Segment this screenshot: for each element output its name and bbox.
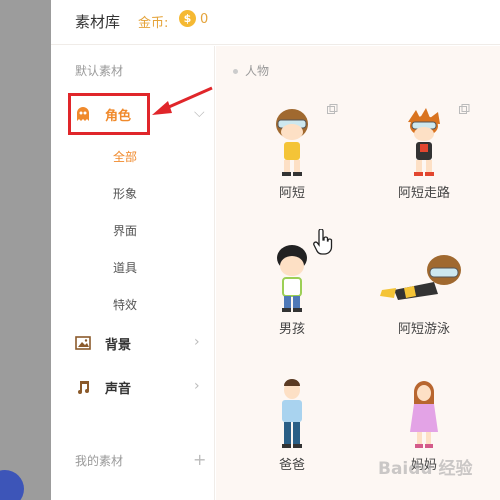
- asset-library-panel: 素材库 金币: $ 0 默认素材 角色 ⌵ 全部 形象 界面 道具 特效 背景 …: [51, 0, 500, 500]
- category-sound[interactable]: 声音 ›: [51, 373, 215, 401]
- my-assets-label: 我的素材: [75, 454, 124, 468]
- image-icon: [75, 336, 91, 350]
- character-aduan-swimming-figure: [380, 255, 461, 300]
- asset-item-aduan[interactable]: 阿短: [232, 94, 352, 214]
- subitem-effects[interactable]: 特效: [113, 296, 137, 313]
- character-dad-figure: [282, 379, 302, 448]
- asset-item-dad[interactable]: 爸爸: [232, 366, 352, 486]
- category-label: 背景: [105, 338, 132, 353]
- asset-name: 阿短: [278, 186, 305, 201]
- chevron-right-icon: ›: [194, 334, 200, 350]
- subitem-all[interactable]: 全部: [113, 148, 137, 165]
- character-aduan-figure: [276, 109, 308, 176]
- category-label: 声音: [105, 382, 132, 397]
- character-boy-figure: [277, 245, 307, 312]
- subitem-interface[interactable]: 界面: [113, 222, 137, 239]
- asset-item-aduan-swimming[interactable]: 阿短游泳: [364, 230, 484, 350]
- default-assets-label: 默认素材: [75, 64, 124, 78]
- asset-item-aduan-walking[interactable]: 阿短走路: [364, 94, 484, 214]
- hand-cursor-icon: [313, 229, 333, 255]
- asset-name: 男孩: [278, 322, 305, 337]
- highlight-box-annotation: [68, 93, 150, 135]
- asset-item-boy[interactable]: 男孩: [232, 230, 352, 350]
- red-arrow-annotation: [152, 86, 213, 115]
- music-note-icon: [78, 381, 89, 394]
- coin-icon: $: [179, 10, 196, 27]
- chevron-right-icon: ›: [194, 378, 200, 394]
- group-label: 人物: [245, 64, 270, 78]
- coin-label: 金币:: [138, 16, 169, 31]
- coin-count: 0: [200, 12, 209, 27]
- floating-button[interactable]: [0, 470, 24, 500]
- group-header: 人物: [233, 62, 269, 79]
- asset-grid: 人物 阿短 阿短走路 男孩 阿短游泳 爸爸 妈妈: [216, 46, 500, 500]
- asset-name: 阿短走路: [397, 186, 450, 201]
- dimmed-background: [0, 0, 51, 500]
- character-mom-figure: [410, 381, 438, 448]
- watermark: Baidu 经验: [378, 459, 473, 479]
- asset-name: 阿短游泳: [397, 322, 450, 337]
- add-icon[interactable]: +: [193, 450, 206, 469]
- subitem-props[interactable]: 道具: [113, 259, 137, 276]
- dot-icon: [233, 69, 238, 74]
- panel-header: 素材库 金币: $ 0: [51, 0, 500, 45]
- panel-title: 素材库: [75, 13, 121, 31]
- asset-name: 爸爸: [278, 458, 305, 473]
- category-background[interactable]: 背景 ›: [51, 329, 215, 357]
- character-aduan-walking-figure: [408, 108, 440, 176]
- subitem-image[interactable]: 形象: [113, 185, 137, 202]
